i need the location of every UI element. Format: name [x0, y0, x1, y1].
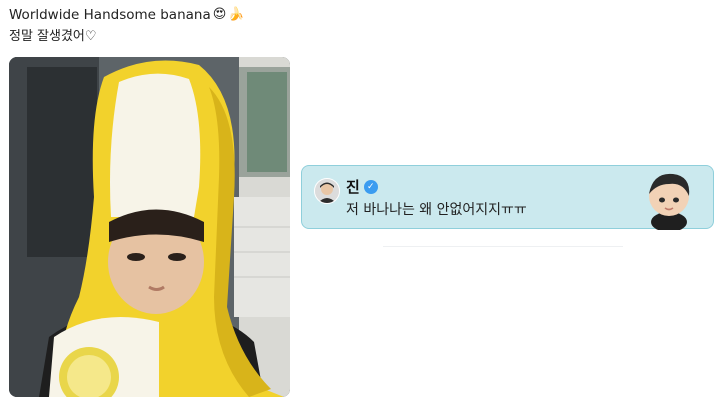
- user-avatar-icon: [315, 179, 339, 203]
- comment-author-row: 진 ✓: [346, 176, 378, 197]
- post-photo[interactable]: [9, 57, 290, 397]
- comment-author[interactable]: 진: [346, 176, 360, 197]
- post-caption: Worldwide Handsome banana 😍 🍌 정말 잘생겼어♡: [9, 6, 245, 46]
- divider: [383, 246, 623, 247]
- caption-line-1: Worldwide Handsome banana 😍 🍌: [9, 6, 245, 24]
- verified-badge-icon: ✓: [363, 179, 378, 194]
- caption-text: Worldwide Handsome banana: [9, 7, 211, 23]
- avatar[interactable]: [314, 178, 340, 204]
- comment-text: 저 바나나는 왜 안없어지지ㅠㅠ: [346, 202, 527, 218]
- heart-eyes-emoji-icon: 😍: [212, 7, 227, 22]
- banana-emoji-icon: 🍌: [228, 7, 245, 22]
- comment-card[interactable]: 진 ✓ 저 바나나는 왜 안없어지지ㅠㅠ: [301, 165, 714, 230]
- chibi-character-icon: [649, 173, 690, 230]
- caption-line-2: 정말 잘생겼어♡: [9, 29, 97, 44]
- banana-costume-photo-icon: [9, 57, 290, 397]
